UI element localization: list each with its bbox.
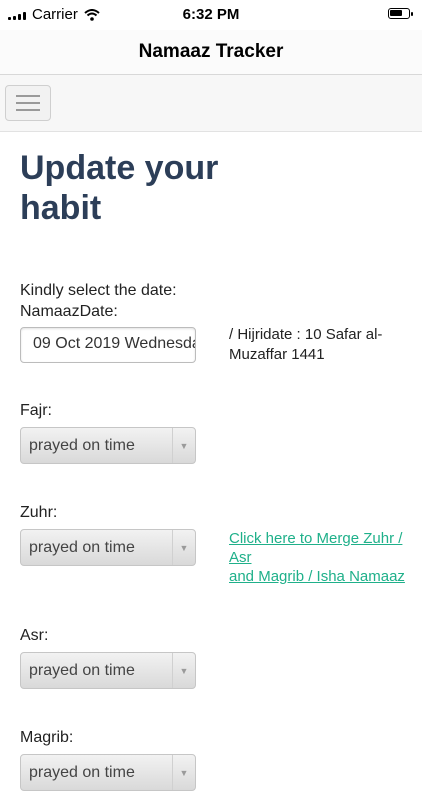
zuhr-select-value: prayed on time — [29, 539, 135, 556]
nav-bar: Namaaz Tracker — [0, 30, 422, 75]
hijri-date-text: / Hijridate : 10 Safar al-Muzaffar 1441 — [229, 326, 383, 363]
merge-namaaz-link[interactable]: Click here to Merge Zuhr / Asr and Magri… — [229, 529, 409, 586]
asr-select[interactable]: prayed on time ▼ — [20, 652, 196, 689]
zuhr-row: prayed on time ▼ Click here to Merge Zuh… — [20, 529, 410, 585]
hamburger-icon-bar — [16, 95, 40, 97]
date-label: NamaazDate: — [20, 303, 118, 320]
page-title: Namaaz Tracker — [138, 41, 284, 62]
merge-link-line1: Click here to Merge Zuhr / Asr — [229, 530, 403, 566]
namaaz-date-input[interactable]: 09 Oct 2019 Wednesday — [20, 327, 196, 363]
menu-strip — [0, 75, 422, 132]
magrib-label: Magrib: — [20, 729, 74, 746]
zuhr-label: Zuhr: — [20, 504, 58, 521]
clock: 6:32 PM — [182, 6, 240, 23]
fajr-select-value: prayed on time — [29, 437, 135, 454]
asr-select-value: prayed on time — [29, 662, 135, 679]
chevron-down-icon: ▼ — [172, 428, 195, 463]
fajr-label: Fajr: — [20, 402, 52, 419]
chevron-down-icon: ▼ — [172, 653, 195, 688]
zuhr-select[interactable]: prayed on time ▼ — [20, 529, 196, 566]
hamburger-icon-bar — [16, 109, 40, 111]
date-row: 09 Oct 2019 Wednesday / Hijridate : 10 S… — [20, 326, 410, 387]
page-heading: Update your habit — [20, 149, 219, 227]
fajr-select[interactable]: prayed on time ▼ — [20, 427, 196, 464]
chevron-down-icon: ▼ — [172, 755, 195, 790]
hamburger-icon-bar — [16, 102, 40, 104]
main-content: Update your habit Kindly select the date… — [20, 148, 410, 791]
status-bar: Carrier 6:32 PM — [0, 0, 422, 30]
magrib-select[interactable]: prayed on time ▼ — [20, 754, 196, 791]
battery-level — [390, 10, 402, 16]
magrib-select-value: prayed on time — [29, 764, 135, 781]
battery-icon — [388, 8, 413, 19]
asr-label: Asr: — [20, 627, 49, 644]
merge-link-line2: and Magrib / Isha Namaaz — [229, 568, 405, 585]
hamburger-menu-button[interactable] — [5, 85, 51, 121]
chevron-down-icon: ▼ — [172, 530, 195, 565]
date-prompt: Kindly select the date: — [20, 282, 177, 299]
